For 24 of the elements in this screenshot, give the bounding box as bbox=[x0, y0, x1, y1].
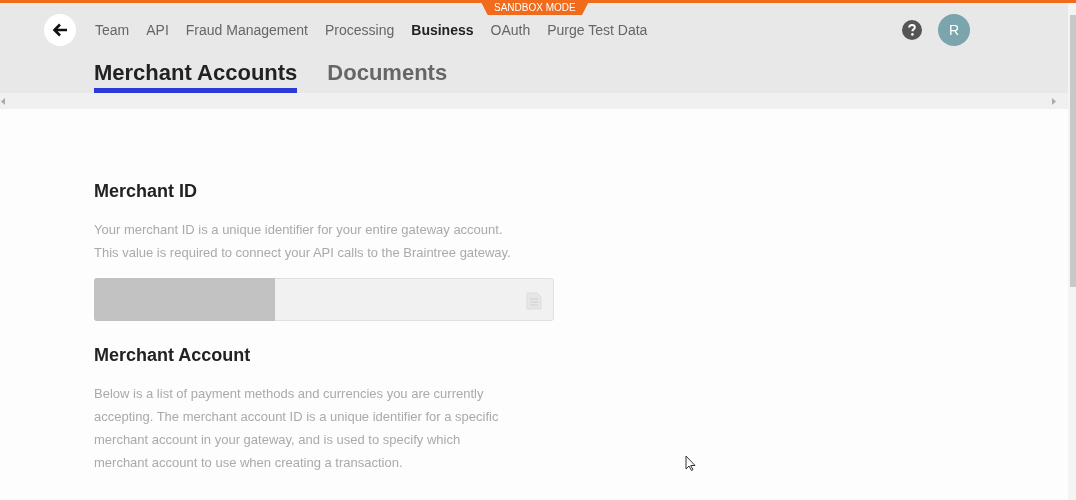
tab[interactable]: Documents bbox=[327, 57, 448, 93]
mouse-cursor-icon bbox=[685, 455, 696, 471]
back-button[interactable] bbox=[44, 14, 76, 46]
nav-link[interactable]: Processing bbox=[325, 19, 395, 41]
help-icon[interactable] bbox=[902, 20, 922, 40]
scroll-right-icon[interactable] bbox=[1052, 97, 1056, 105]
description: Your merchant ID is a unique identifier for your entire gateway account. This value is required to connect your API calls to the Braintree gateway. bbox=[94, 221, 511, 262]
back-arrow-icon bbox=[52, 23, 68, 37]
merchant-id-field[interactable] bbox=[94, 278, 554, 321]
scroll-thumb[interactable] bbox=[1070, 15, 1076, 287]
nav-link[interactable]: OAuth bbox=[490, 19, 531, 41]
nav-link[interactable]: Purge Test Data bbox=[547, 19, 648, 41]
nav-link[interactable]: Team bbox=[95, 19, 130, 41]
nav-link[interactable]: API bbox=[146, 19, 169, 41]
avatar[interactable]: R bbox=[938, 14, 970, 46]
section-heading: Merchant ID bbox=[94, 180, 198, 203]
description: Below is a list of payment methods and currencies you are currently accepting. The merchant account ID is a unique identifier for a specific merchant account in your gateway, and is used to specify which merchant account to use when creating a transaction. bbox=[94, 385, 499, 472]
scroll-left-icon[interactable] bbox=[1, 97, 5, 105]
section-heading: Merchant Account bbox=[94, 344, 251, 367]
nav-link[interactable]: Business bbox=[411, 19, 474, 41]
nav-link[interactable]: Fraud Management bbox=[185, 19, 308, 41]
horizontal-scrollbar[interactable] bbox=[0, 93, 1068, 109]
vertical-scrollbar[interactable] bbox=[1068, 3, 1076, 500]
sandbox-badge: SANDBOX MODE bbox=[480, 0, 590, 15]
